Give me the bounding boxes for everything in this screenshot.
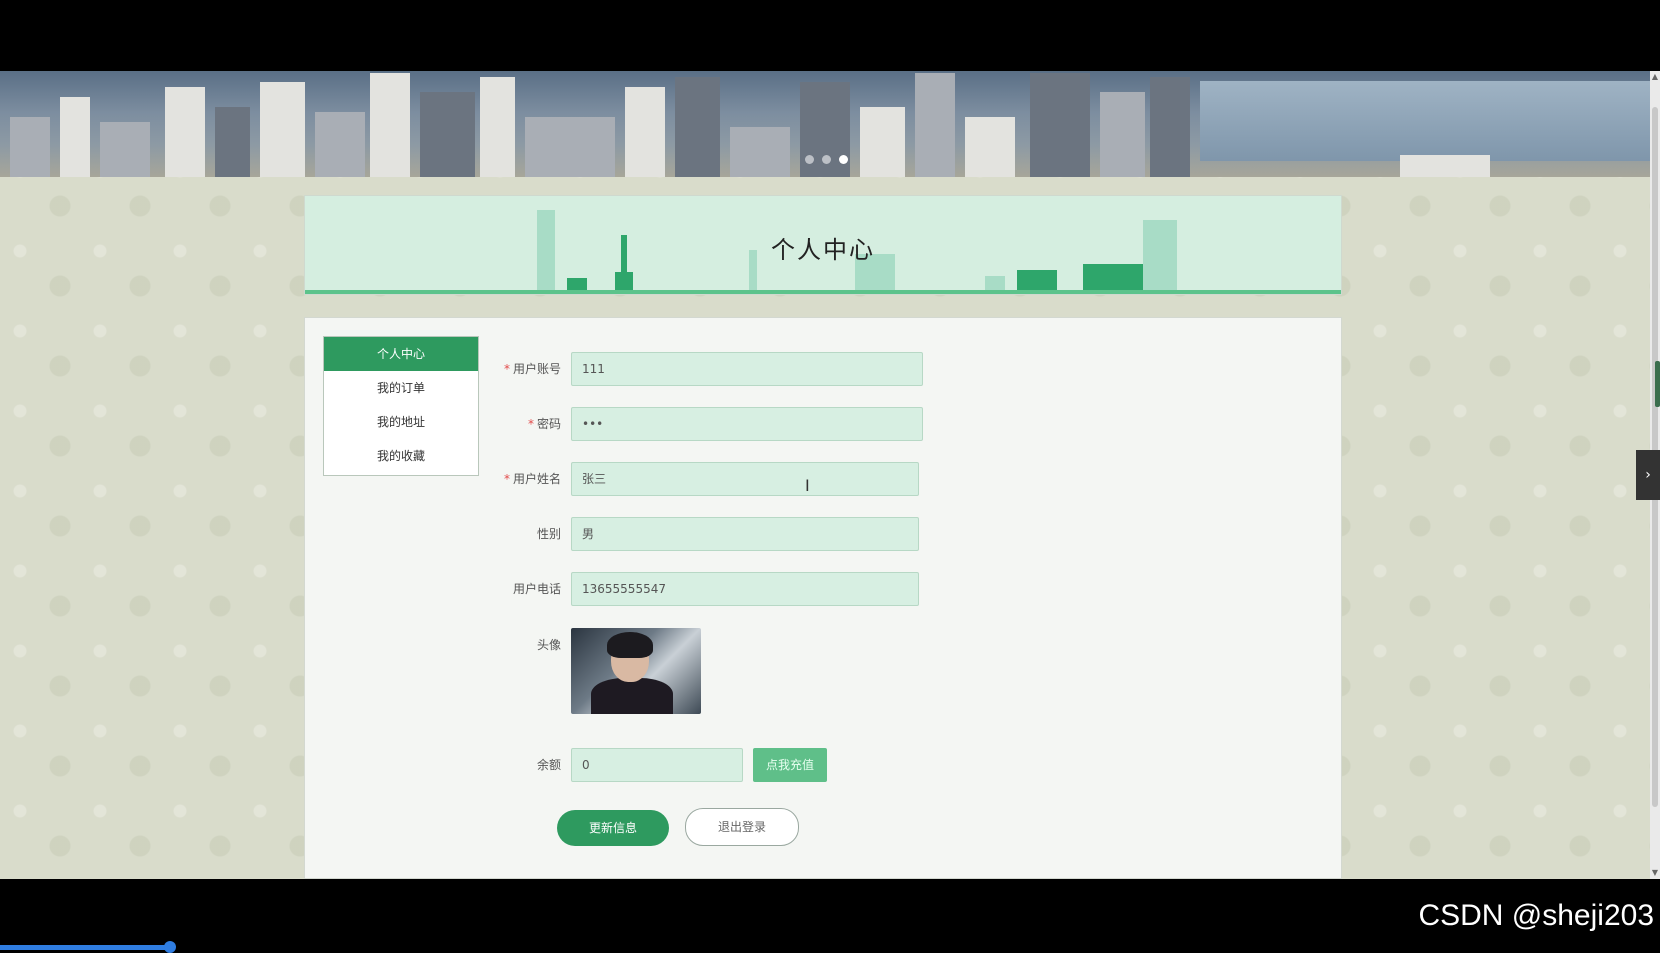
- banner-building: [10, 117, 50, 177]
- banner-building: [480, 77, 515, 177]
- banner-building: [370, 73, 410, 177]
- banner-building: [860, 107, 905, 177]
- banner-building: [260, 82, 305, 177]
- banner-building: [730, 127, 790, 177]
- update-info-button[interactable]: 更新信息: [557, 810, 669, 846]
- banner-building: [675, 77, 720, 177]
- skyline-decoration: [567, 278, 587, 290]
- banner-building: [215, 107, 250, 177]
- text-cursor-icon: I: [805, 476, 810, 495]
- avatar-figure: [591, 678, 673, 714]
- avatar-label: 头像: [536, 638, 561, 652]
- scroll-up-icon[interactable]: ▲: [1651, 73, 1659, 81]
- carousel-dots: [805, 155, 848, 164]
- banner-building: [525, 117, 615, 177]
- banner-building: [315, 112, 365, 177]
- video-progress-bar[interactable]: [0, 945, 175, 950]
- banner-building: [1400, 155, 1490, 177]
- profile-card: 个人中心 我的订单 我的地址 我的收藏 * 用户账号 111 * 密码 ••• * 用…: [304, 317, 1342, 879]
- banner-building: [165, 87, 205, 177]
- balance-label: 余额: [536, 758, 561, 772]
- menu-item-orders[interactable]: 我的订单: [324, 371, 478, 405]
- chevron-right-icon[interactable]: ›: [1636, 450, 1660, 500]
- skyline-decoration: [985, 276, 1005, 290]
- skyline-decoration: [1017, 270, 1057, 290]
- page-title-panel: 个人中心: [304, 195, 1342, 295]
- banner-building: [915, 73, 955, 177]
- logout-button[interactable]: 退出登录: [685, 808, 799, 846]
- menu-item-addresses[interactable]: 我的地址: [324, 405, 478, 439]
- avatar-hair: [607, 632, 653, 658]
- banner-building: [60, 97, 90, 177]
- banner-building: [100, 122, 150, 177]
- skyline-decoration: [1083, 264, 1147, 290]
- banner-building: [1030, 73, 1090, 177]
- scroll-marker: [1655, 361, 1660, 407]
- banner-building: [1150, 77, 1190, 177]
- skyline-decoration: [615, 272, 633, 290]
- scroll-down-icon[interactable]: ▼: [1651, 869, 1659, 877]
- phone-field[interactable]: 13655555547: [571, 572, 919, 606]
- watermark: CSDN @sheji203: [1418, 899, 1654, 932]
- page-viewport: 个人中心 个人中心 我的订单 我的地址 我的收藏 * 用户账号 111 * 密码 •…: [0, 71, 1650, 879]
- city-banner: [0, 71, 1650, 177]
- banner-building: [420, 92, 475, 177]
- carousel-dot[interactable]: [822, 155, 831, 164]
- avatar[interactable]: [571, 628, 701, 714]
- account-field[interactable]: 111: [571, 352, 923, 386]
- gender-label: 性别: [536, 527, 561, 541]
- top-black-bar: [0, 0, 1660, 71]
- password-field[interactable]: •••: [571, 407, 923, 441]
- video-progress-knob[interactable]: [164, 941, 176, 953]
- title-underline: [305, 290, 1341, 294]
- menu-item-favorites[interactable]: 我的收藏: [324, 439, 478, 473]
- bottom-black-bar: CSDN @sheji203: [0, 879, 1660, 953]
- name-field[interactable]: 张三: [571, 462, 919, 496]
- carousel-dot[interactable]: [805, 155, 814, 164]
- banner-building: [1100, 92, 1145, 177]
- banner-building: [625, 87, 665, 177]
- carousel-dot-active[interactable]: [839, 155, 848, 164]
- phone-label: 用户电话: [512, 582, 561, 596]
- password-label: * 密码: [527, 417, 561, 431]
- balance-field[interactable]: 0: [571, 748, 743, 782]
- recharge-button[interactable]: 点我充值: [753, 748, 827, 782]
- profile-menu: 个人中心 我的订单 我的地址 我的收藏: [323, 336, 479, 476]
- menu-item-profile[interactable]: 个人中心: [324, 337, 478, 371]
- banner-river: [1200, 81, 1650, 161]
- name-label: * 用户姓名: [503, 472, 561, 486]
- page-title: 个人中心: [771, 236, 875, 264]
- gender-field[interactable]: 男: [571, 517, 919, 551]
- account-label: * 用户账号: [503, 362, 561, 376]
- banner-building: [965, 117, 1015, 177]
